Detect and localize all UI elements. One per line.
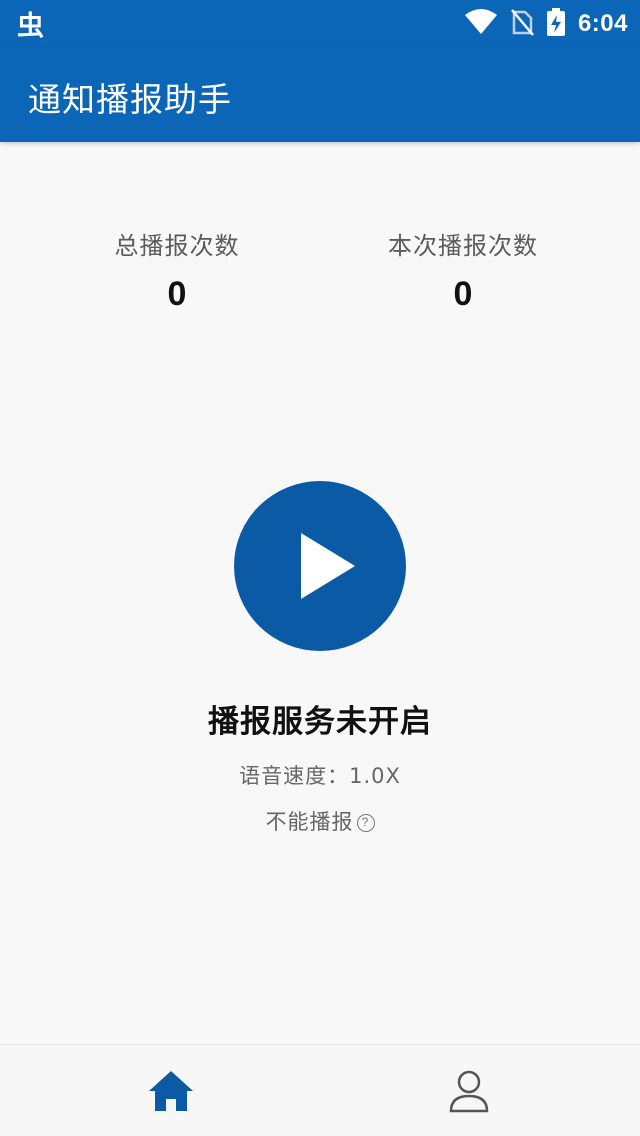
status-time: 6:04 — [577, 10, 628, 37]
page-title: 通知播报助手 — [28, 80, 232, 119]
app-screen: 虫 6:04 通知播报助手 总播报次数 0 本次播报次数 0 播报服务未开启 语… — [0, 0, 640, 1136]
total-broadcast-stat: 总播报次数 0 — [57, 226, 297, 314]
session-broadcast-label: 本次播报次数 — [388, 232, 538, 260]
nav-home[interactable] — [143, 1065, 199, 1117]
session-broadcast-stat: 本次播报次数 0 — [343, 226, 583, 314]
broadcast-availability[interactable]: 不能播报? — [0, 806, 640, 836]
app-bar: 通知播报助手 — [0, 48, 640, 142]
home-icon — [149, 1071, 193, 1111]
battery-charging-icon — [546, 7, 566, 41]
total-broadcast-label: 总播报次数 — [114, 232, 240, 260]
app-notification-icon: 虫 — [16, 8, 48, 42]
svg-text:虫: 虫 — [17, 11, 44, 40]
service-status: 播报服务未开启 — [208, 704, 432, 740]
nav-profile[interactable] — [441, 1065, 497, 1117]
help-icon[interactable]: ? — [356, 814, 375, 832]
no-sim-icon — [510, 8, 534, 40]
bottom-navigation — [0, 1044, 640, 1136]
voice-speed: 语音速度：1.0X — [239, 764, 401, 788]
status-bar: 虫 6:04 — [0, 0, 640, 48]
play-button[interactable] — [234, 481, 406, 651]
broadcast-availability-text: 不能播报 — [265, 810, 354, 834]
wifi-icon — [464, 8, 498, 40]
play-icon — [301, 533, 355, 599]
total-broadcast-value: 0 — [167, 275, 187, 313]
session-broadcast-value: 0 — [453, 275, 473, 313]
user-icon — [449, 1070, 489, 1113]
status-icons: 6:04 — [464, 8, 628, 40]
